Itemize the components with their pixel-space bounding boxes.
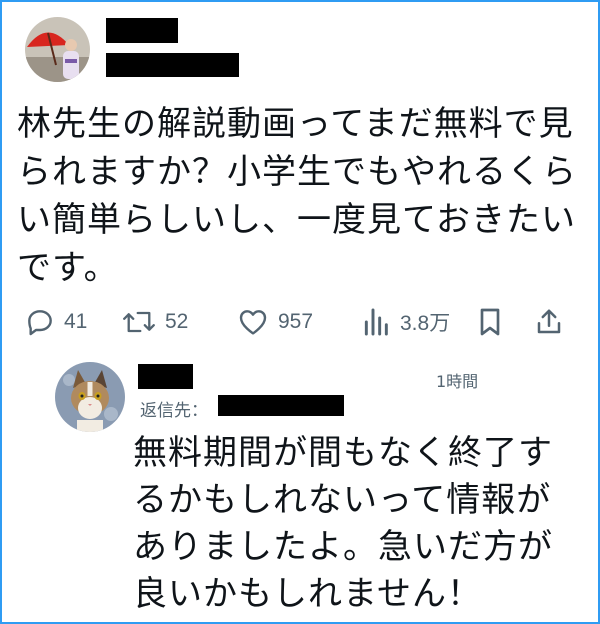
bookmark-icon (480, 308, 500, 336)
share-icon (537, 309, 561, 334)
views-icon (364, 308, 388, 336)
author-avatar[interactable] (25, 17, 90, 82)
retweet-icon (123, 311, 155, 333)
author-handle-redacted (106, 53, 239, 77)
reply-timestamp[interactable]: 1時間 (436, 368, 478, 392)
like-icon (239, 310, 267, 335)
author-name-redacted (106, 18, 178, 43)
tweet-text: 林先生の解説動画ってまだ無料で見られますか？小学生でもやれるくらい簡単らしいし、… (17, 104, 577, 288)
bookmark-button[interactable] (476, 300, 504, 344)
retweet-count: 52 (165, 310, 189, 333)
like-button[interactable]: 957 (236, 300, 313, 344)
like-count: 957 (278, 310, 314, 333)
retweet-button[interactable]: 52 (121, 300, 188, 344)
reply-icon (28, 310, 52, 336)
view-count: 3.8万 (400, 312, 451, 335)
reply-author-avatar[interactable] (55, 362, 125, 432)
cat-avatar-icon (55, 362, 125, 432)
tweet-actions: 41 52 957 3.8万 (22, 300, 582, 344)
reply-count: 41 (64, 310, 88, 333)
reply-text: 無料期間が間もなく終了するかもしれないって情報がありましたよ。急いだ方が良いかも… (133, 433, 553, 614)
reply-to-label: 返信先： (140, 401, 208, 421)
views-button[interactable]: 3.8万 (362, 300, 450, 344)
share-button[interactable] (534, 300, 564, 344)
reply-author-name-redacted (138, 364, 193, 389)
reply-button[interactable]: 41 (24, 300, 87, 344)
user-photo-umbrella-icon (25, 17, 90, 82)
reply-to-handle-redacted (218, 395, 344, 416)
